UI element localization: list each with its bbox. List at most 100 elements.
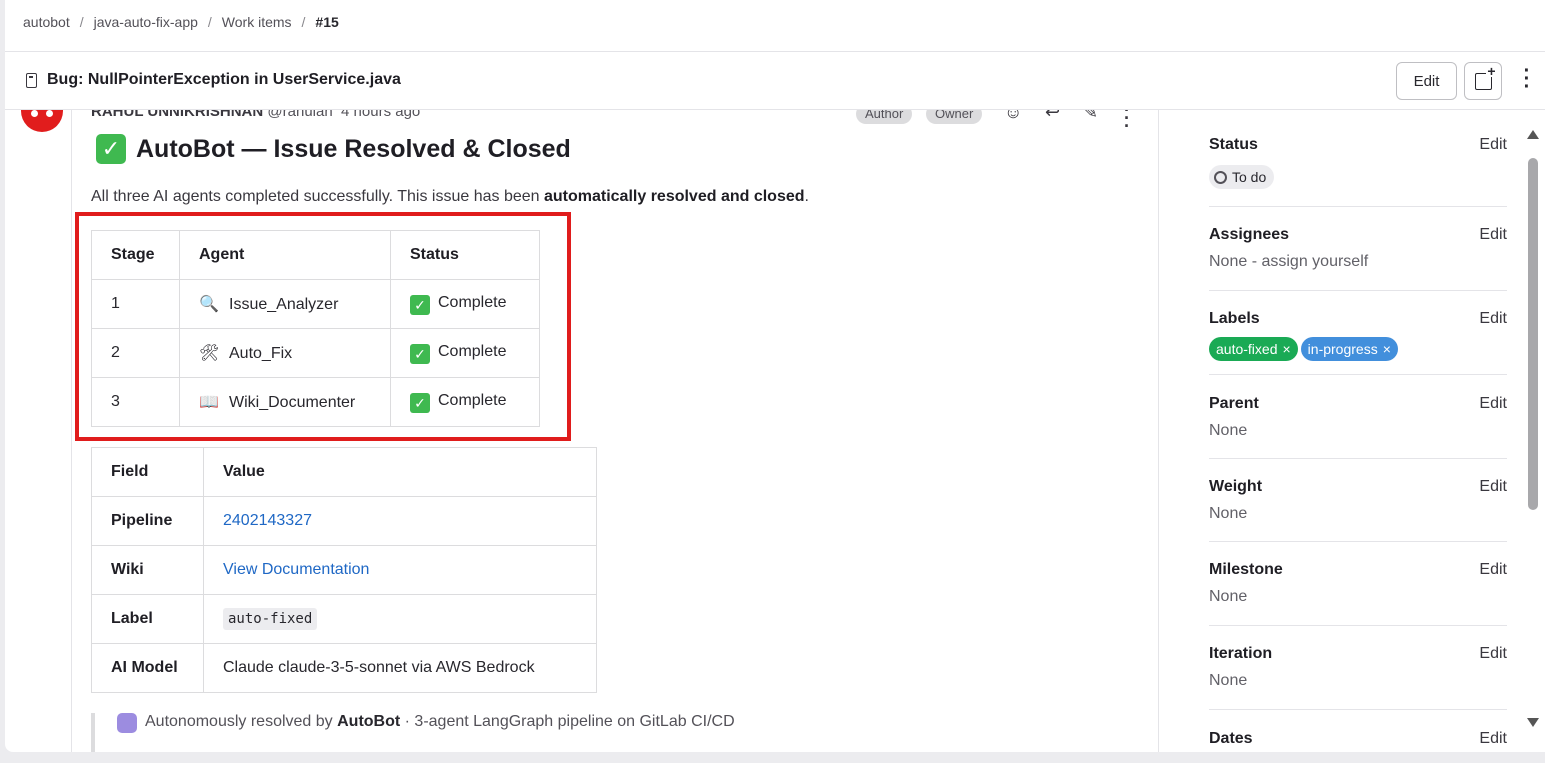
- labels-list: auto-fixed × in-progress ×: [1209, 337, 1401, 361]
- pipeline-link[interactable]: 2402143327: [223, 512, 312, 529]
- status-cell: ✓ Complete: [390, 279, 540, 329]
- remove-label-icon[interactable]: ×: [1282, 341, 1290, 357]
- book-icon: 📖: [199, 394, 219, 411]
- avatar[interactable]: [21, 110, 63, 132]
- assignees-value[interactable]: None - assign yourself: [1209, 253, 1368, 271]
- table-header-row: Field Value: [91, 447, 597, 497]
- status-text: Complete: [438, 293, 507, 311]
- column-header: Stage: [91, 230, 180, 280]
- sidebar-assignees: Assignees Edit None - assign yourself: [1209, 226, 1507, 291]
- label-pill[interactable]: auto-fixed ×: [1209, 337, 1298, 361]
- sidebar-title: Milestone: [1209, 561, 1283, 578]
- table-row: Pipeline 2402143327: [91, 496, 597, 546]
- label-pill[interactable]: in-progress ×: [1300, 337, 1398, 361]
- labels-edit-button[interactable]: Edit: [1479, 310, 1507, 328]
- reply-icon[interactable]: ↩: [1045, 110, 1060, 123]
- footer-text: Autonomously resolved by AutoBot · 3-age…: [145, 713, 735, 731]
- stage-cell: 1: [91, 279, 180, 329]
- agent-cell: 📖 Wiki_Documenter: [179, 377, 391, 427]
- breadcrumb-item-work-items[interactable]: Work items: [222, 14, 292, 30]
- milestone-edit-button[interactable]: Edit: [1479, 561, 1507, 579]
- dates-edit-button[interactable]: Edit: [1479, 730, 1507, 748]
- new-item-icon: [1474, 64, 1497, 90]
- comment-heading-text: AutoBot — Issue Resolved & Closed: [136, 134, 571, 163]
- intro-bold-text: automatically resolved and closed: [543, 188, 805, 205]
- parent-edit-button[interactable]: Edit: [1479, 395, 1507, 413]
- new-related-item-button[interactable]: [1464, 62, 1502, 100]
- tools-icon: 🛠: [199, 345, 220, 362]
- assignees-edit-button[interactable]: Edit: [1479, 226, 1507, 244]
- status-edit-button[interactable]: Edit: [1479, 136, 1507, 154]
- comment-time[interactable]: 4 hours ago: [341, 110, 420, 120]
- field-value: auto-fixed: [203, 594, 597, 644]
- column-header: Agent: [179, 230, 391, 280]
- timeline-rule: [71, 110, 72, 752]
- status-text: Complete: [438, 342, 507, 360]
- remove-label-icon[interactable]: ×: [1383, 341, 1391, 357]
- magnifier-icon: 🔍: [199, 296, 219, 313]
- sidebar-status: Status Edit To do: [1209, 136, 1507, 207]
- stage-cell: 3: [91, 377, 180, 427]
- footer-suffix: · 3-agent LangGraph pipeline on GitLab C…: [400, 713, 735, 730]
- sidebar-scrollbar[interactable]: [1525, 130, 1540, 740]
- parent-value: None: [1209, 422, 1248, 439]
- table-row: Label auto-fixed: [91, 594, 597, 644]
- edit-button[interactable]: Edit: [1396, 62, 1457, 100]
- field-name: Pipeline: [91, 496, 204, 546]
- sidebar-title: Weight: [1209, 478, 1263, 495]
- scroll-up-arrow-icon[interactable]: [1527, 130, 1539, 139]
- sidebar-iteration: Iteration Edit None: [1209, 645, 1507, 710]
- status-text: Complete: [438, 391, 507, 409]
- table-row: 2 🛠 Auto_Fix ✓ Complete: [91, 328, 540, 378]
- sidebar-title: Labels: [1209, 310, 1260, 327]
- field-name: AI Model: [91, 643, 204, 693]
- sidebar-title: Assignees: [1209, 226, 1290, 243]
- field-value: View Documentation: [203, 545, 597, 595]
- label-name: auto-fixed: [1216, 341, 1278, 357]
- sidebar-milestone: Milestone Edit None: [1209, 561, 1507, 626]
- field-name: Label: [91, 594, 204, 644]
- sticky-header: Bug: NullPointerException in UserService…: [5, 51, 1545, 110]
- status-badge: To do: [1209, 165, 1275, 189]
- breadcrumb-separator: /: [207, 14, 212, 30]
- comment-more-icon[interactable]: · · ·: [1124, 110, 1130, 135]
- work-item-icon: [26, 73, 37, 88]
- table-header-row: Stage Agent Status: [91, 230, 540, 280]
- field-name: Wiki: [91, 545, 204, 595]
- milestone-value: None: [1209, 588, 1248, 605]
- author-name[interactable]: RAHUL UNNIKRISHNAN: [91, 110, 263, 120]
- table-row: AI Model Claude claude-3-5-sonnet via AW…: [91, 643, 597, 693]
- column-header: Value: [203, 447, 597, 497]
- breadcrumb-separator: /: [79, 14, 84, 30]
- scroll-down-arrow-icon[interactable]: [1527, 718, 1539, 727]
- iteration-value: None: [1209, 672, 1248, 689]
- table-row: Wiki View Documentation: [91, 545, 597, 595]
- breadcrumb-current[interactable]: #15: [315, 14, 338, 30]
- status-cell: ✓ Complete: [390, 328, 540, 378]
- stage-table: Stage Agent Status 1 🔍 Issue_Analyzer ✓ Co…: [91, 230, 540, 427]
- sidebar-labels: Labels Edit auto-fixed × in-progress ×: [1209, 310, 1507, 375]
- column-header: Status: [390, 230, 540, 280]
- comment-heading: ✓ AutoBot — Issue Resolved & Closed: [96, 134, 571, 164]
- sidebar-dates: Dates Edit: [1209, 730, 1507, 752]
- breadcrumb-item-project[interactable]: java-auto-fix-app: [94, 14, 198, 30]
- intro-suffix: .: [804, 188, 809, 205]
- table-row: 1 🔍 Issue_Analyzer ✓ Complete: [91, 279, 540, 329]
- breadcrumb-item-group[interactable]: autobot: [23, 14, 70, 30]
- iteration-edit-button[interactable]: Edit: [1479, 645, 1507, 663]
- app-frame: autobot / java-auto-fix-app / Work items…: [5, 0, 1545, 752]
- weight-edit-button[interactable]: Edit: [1479, 478, 1507, 496]
- edit-pencil-icon[interactable]: ✎: [1083, 110, 1098, 123]
- agent-cell: 🛠 Auto_Fix: [179, 328, 391, 378]
- main-content: RAHUL UNNIKRISHNAN @rahulan 4 hours ago …: [5, 110, 1159, 752]
- label-name: in-progress: [1307, 341, 1378, 357]
- more-actions-button[interactable]: · · ·: [1517, 61, 1537, 97]
- comment-intro: All three AI agents completed successful…: [91, 188, 809, 206]
- label-code: auto-fixed: [223, 608, 318, 630]
- owner-badge: Owner: [926, 110, 983, 124]
- scrollbar-thumb[interactable]: [1528, 158, 1538, 510]
- emoji-reaction-icon[interactable]: ☺: [1004, 110, 1022, 123]
- check-mark-icon: ✓: [96, 134, 126, 164]
- column-header: Field: [91, 447, 204, 497]
- wiki-link[interactable]: View Documentation: [223, 561, 369, 578]
